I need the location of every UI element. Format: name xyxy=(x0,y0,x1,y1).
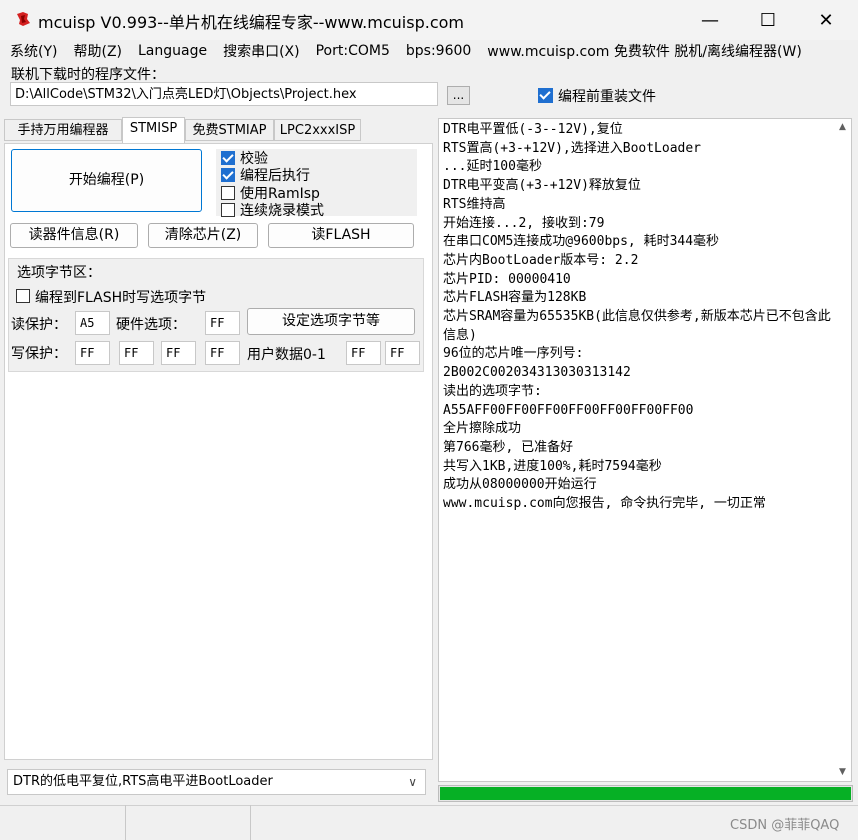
set-option-bytes-button[interactable]: 设定选项字节等 xyxy=(247,308,415,335)
maximize-button[interactable]: ☐ xyxy=(739,0,797,40)
tab-lpc2xxxisp[interactable]: LPC2xxxISP xyxy=(274,119,361,141)
write-option-bytes-label: 编程到FLASH时写选项字节 xyxy=(35,290,207,306)
program-file-path-input[interactable]: D:\AllCode\STM32\入门点亮LED灯\Objects\Projec… xyxy=(10,82,438,106)
menu-port[interactable]: Port:COM5 xyxy=(308,43,398,59)
user-data-input-0[interactable]: FF xyxy=(346,341,381,365)
log-text: DTR电平置低(-3--12V),复位 RTS置高(+3-+12V),选择进入Bo… xyxy=(443,121,833,514)
write-protect-input-1[interactable]: FF xyxy=(119,341,154,365)
tab-stmisp[interactable]: STMISP xyxy=(122,117,185,143)
log-line: 读出的选项字节: xyxy=(443,383,542,399)
log-line: DTR电平变高(+3-+12V)释放复位 xyxy=(443,178,641,194)
mcuisp-app-icon xyxy=(17,12,30,26)
menu-baud[interactable]: bps:9600 xyxy=(398,43,479,59)
tab-handheld-programmer[interactable]: 手持万用编程器 xyxy=(4,119,122,141)
chevron-down-icon[interactable]: ∨ xyxy=(408,770,417,794)
log-line: 芯片内BootLoader版本号: 2.2 xyxy=(443,252,639,268)
user-data-label: 用户数据0-1 xyxy=(247,347,326,363)
program-file-label: 联机下载时的程序文件： xyxy=(11,67,165,83)
hardware-option-input[interactable]: FF xyxy=(205,311,240,335)
log-line: 成功从08000000开始运行 xyxy=(443,477,597,493)
run-after-program-checkbox[interactable] xyxy=(221,168,235,182)
log-line: ...延时100毫秒 xyxy=(443,159,542,175)
read-device-info-button[interactable]: 读器件信息(R) xyxy=(10,223,138,248)
reset-mode-dropdown[interactable]: DTR的低电平复位,RTS高电平进BootLoader ∨ xyxy=(7,769,426,795)
write-option-bytes-checkbox[interactable] xyxy=(16,289,30,303)
read-protect-input[interactable]: A5 xyxy=(75,311,110,335)
log-line: RTS维持高 xyxy=(443,196,506,212)
log-line: 芯片PID: 00000410 xyxy=(443,271,571,287)
use-ramisp-checkbox[interactable] xyxy=(221,186,235,200)
scroll-up-icon[interactable]: ▲ xyxy=(834,119,851,136)
menu-search-port[interactable]: 搜索串口(X) xyxy=(215,41,308,61)
close-button[interactable]: ✕ xyxy=(797,0,855,40)
log-line: 在串口COM5连接成功@9600bps, 耗时344毫秒 xyxy=(443,234,720,250)
browse-file-button[interactable]: ... xyxy=(447,86,470,105)
read-flash-button[interactable]: 读FLASH xyxy=(268,223,414,248)
run-after-program-label: 编程后执行 xyxy=(240,168,310,184)
option-bytes-title: 选项字节区： xyxy=(17,265,101,281)
continuous-burn-option[interactable]: 连续烧录模式 xyxy=(221,200,324,220)
log-line: 第766毫秒, 已准备好 xyxy=(443,439,574,455)
read-protect-label: 读保护： xyxy=(11,317,67,333)
watermark: CSDN @菲菲QAQ xyxy=(730,818,840,833)
reset-mode-value: DTR的低电平复位,RTS高电平进BootLoader xyxy=(13,774,273,789)
log-line: 96位的芯片唯一序列号: xyxy=(443,346,584,362)
scroll-down-icon[interactable]: ▼ xyxy=(834,764,851,781)
minimize-button[interactable]: — xyxy=(681,0,739,40)
close-icon: ✕ xyxy=(818,9,834,31)
continuous-burn-label: 连续烧录模式 xyxy=(240,203,324,219)
status-divider xyxy=(250,805,251,840)
log-line: RTS置高(+3-+12V),选择进入BootLoader xyxy=(443,140,702,156)
user-data-input-1[interactable]: FF xyxy=(385,341,420,365)
start-programming-button[interactable]: 开始编程(P) xyxy=(11,149,202,212)
minimize-icon: — xyxy=(701,9,719,31)
maximize-icon: ☐ xyxy=(759,9,777,31)
menu-language[interactable]: Language xyxy=(130,43,215,59)
status-divider xyxy=(125,805,126,840)
log-scrollbar[interactable]: ▲ ▼ xyxy=(834,119,851,781)
reload-before-program-checkbox[interactable] xyxy=(538,88,553,103)
clear-chip-button[interactable]: 清除芯片(Z) xyxy=(148,223,258,248)
reload-before-program-label: 编程前重装文件 xyxy=(558,89,656,105)
window-title: mcuisp V0.993--单片机在线编程专家--www.mcuisp.com xyxy=(38,13,464,32)
log-line: DTR电平置低(-3--12V),复位 xyxy=(443,122,623,137)
menu-bar: 系统(Y) 帮助(Z) Language 搜索串口(X) Port:COM5 b… xyxy=(0,40,858,62)
hardware-option-label: 硬件选项： xyxy=(116,317,186,333)
log-line: 2B002C002034313030313142 xyxy=(443,365,631,381)
verify-checkbox[interactable] xyxy=(221,151,235,165)
menu-help[interactable]: 帮助(Z) xyxy=(65,41,130,61)
run-after-program-option[interactable]: 编程后执行 xyxy=(221,165,310,185)
log-line: 全片擦除成功 xyxy=(443,421,522,437)
log-line: www.mcuisp.com向您报告, 命令执行完毕, 一切正常 xyxy=(443,496,766,512)
write-protect-input-0[interactable]: FF xyxy=(75,341,110,365)
write-protect-input-3[interactable]: FF xyxy=(205,341,240,365)
write-protect-label: 写保护： xyxy=(11,346,67,362)
continuous-burn-checkbox[interactable] xyxy=(221,203,235,217)
log-line: A55AFF00FF00FF00FF00FF00FF00FF00 xyxy=(443,402,694,418)
log-line: 芯片SRAM容量为65535KB(此信息仅供参考,新版本芯片已不包含此信息) xyxy=(443,309,831,343)
write-protect-input-2[interactable]: FF xyxy=(161,341,196,365)
tab-free-stmiap[interactable]: 免费STMIAP xyxy=(185,119,274,141)
progress-bar-fill xyxy=(440,787,851,800)
menu-website[interactable]: www.mcuisp.com 免费软件 脱机/离线编程器(W) xyxy=(479,41,810,61)
log-line: 共写入1KB,进度100%,耗时7594毫秒 xyxy=(443,458,662,474)
menu-system[interactable]: 系统(Y) xyxy=(0,41,65,61)
log-line: 开始连接...2, 接收到:79 xyxy=(443,215,605,231)
log-line: 芯片FLASH容量为128KB xyxy=(443,290,587,306)
